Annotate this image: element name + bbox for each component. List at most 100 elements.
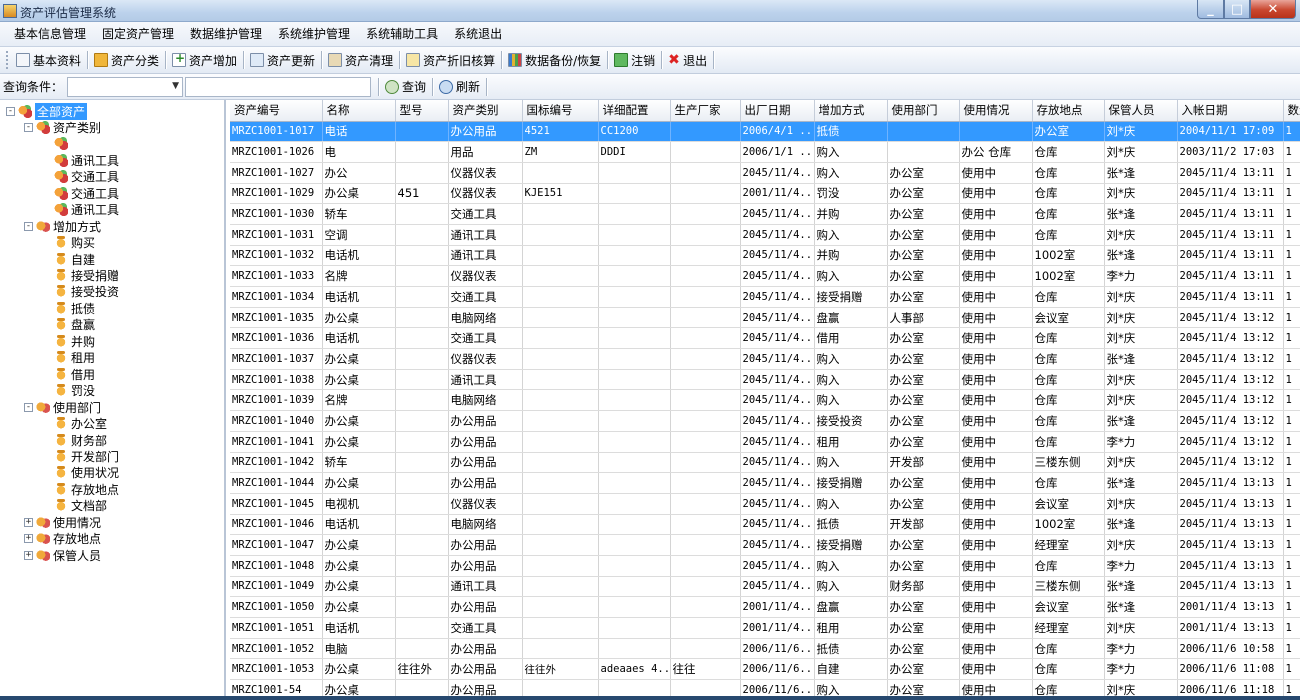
maximize-button[interactable]: □: [1224, 0, 1250, 19]
tree-node[interactable]: - 资产类别: [24, 119, 101, 135]
tree-node[interactable]: 交通工具: [54, 169, 119, 185]
tree-node[interactable]: - 全部资产: [6, 102, 88, 120]
query-input[interactable]: [185, 76, 372, 97]
table-row[interactable]: MRZC1001-1033 名牌 仪器仪表 2045/11/4... 购入 办公室 使用中 1…: [230, 265, 1300, 287]
table-row[interactable]: MRZC1001-1050 办公桌 办公用品 2001/11/4... 盘赢 办公室 使用中…: [230, 596, 1300, 618]
basic-data-button[interactable]: 基本资料: [13, 49, 84, 71]
tree-node[interactable]: 盘赢: [54, 317, 95, 333]
tree-node[interactable]: 接受投资: [54, 284, 119, 300]
collapse-toggle-icon[interactable]: -: [24, 402, 33, 412]
table-row[interactable]: MRZC1001-1027 办公 仪器仪表 2045/11/4... 购入 办公室 使用中仓…: [230, 162, 1300, 184]
table-row[interactable]: MRZC1001-1031 空调 通讯工具 2045/11/4... 购入 办公室 使用中仓…: [230, 224, 1300, 246]
tree-node[interactable]: 购买: [54, 235, 95, 251]
asset-tree[interactable]: - 全部资产 - 资产类别 通讯工具 交通工具 交通工具 通讯工具 - 增加方式 购买 自建 接受捐赠接…: [0, 100, 226, 700]
logout-button[interactable]: 注销: [611, 49, 658, 71]
table-row[interactable]: MRZC1001-1048 办公桌 办公用品 2045/11/4... 购入 办公室 使用中…: [230, 555, 1300, 577]
table-row[interactable]: MRZC1001-1040 办公桌 办公用品 2045/11/4... 接受投资 办公室使…: [230, 410, 1300, 432]
table-row[interactable]: MRZC1001-1036 电话机 交通工具 2045/11/4... 借用 办公室 使用中…: [230, 327, 1300, 350]
tree-node[interactable]: [54, 136, 71, 152]
table-row[interactable]: MRZC1001-1037 办公桌 仪器仪表 2045/11/4... 购入 办公室 使用中…: [230, 348, 1300, 370]
tree-node[interactable]: 租用: [54, 350, 95, 366]
expand-toggle-icon[interactable]: +: [24, 534, 33, 544]
column-header[interactable]: 保管人员: [1104, 100, 1178, 122]
table-row[interactable]: MRZC1001-1029 办公桌 451 仪器仪表 KJE151 2001/11/4..…: [230, 183, 1300, 205]
tree-node[interactable]: + 使用情况: [24, 514, 101, 530]
table-row[interactable]: MRZC1001-1034 电话机 交通工具 2045/11/4... 接受捐赠 办公室使…: [230, 286, 1300, 308]
column-header[interactable]: 名称: [322, 100, 396, 122]
column-header[interactable]: 资产编号: [230, 100, 323, 122]
exit-button[interactable]: ✖ 退出: [665, 49, 710, 71]
tree-node[interactable]: 并购: [54, 333, 95, 349]
asset-category-button[interactable]: 资产分类: [91, 49, 162, 71]
table-row[interactable]: MRZC1001-1041 办公桌 办公用品 2045/11/4... 租用 办公室 使用中…: [230, 431, 1300, 453]
tree-node[interactable]: - 增加方式: [24, 218, 101, 234]
column-header[interactable]: 使用部门: [887, 100, 960, 122]
toolbar-grip[interactable]: [6, 51, 10, 69]
column-header[interactable]: 出厂日期: [740, 100, 815, 122]
column-header[interactable]: 国标编号: [522, 100, 599, 122]
table-row[interactable]: MRZC1001-1053 办公桌 往往外 办公用品 往往外 adeaaes 4... 往往…: [230, 658, 1300, 681]
table-row[interactable]: MRZC1001-1047 办公桌 办公用品 2045/11/4... 接受捐赠 办公室使…: [230, 534, 1300, 556]
table-row[interactable]: MRZC1001-1026 电 用品 ZM DDDI 2006/1/1 ... 购入 办公 仓…: [230, 141, 1300, 163]
tree-node[interactable]: 接受捐赠: [54, 268, 119, 284]
tree-node[interactable]: 存放地点: [54, 481, 119, 497]
column-header[interactable]: 增加方式: [814, 100, 888, 122]
close-button[interactable]: ✕: [1250, 0, 1296, 19]
menu-fixed-assets[interactable]: 固定资产管理: [94, 22, 182, 47]
table-row[interactable]: MRZC1001-1038 办公桌 通讯工具 2045/11/4... 购入 办公室 使用中…: [230, 369, 1300, 391]
tree-node[interactable]: + 保管人员: [24, 547, 101, 563]
tree-node[interactable]: 财务部: [54, 432, 107, 448]
table-row[interactable]: MRZC1001-1046 电话机 电脑网络 2045/11/4... 抵债 开发部 使用中…: [230, 514, 1300, 536]
menu-data-maintenance[interactable]: 数据维护管理: [182, 22, 270, 47]
asset-add-button[interactable]: 资产增加: [169, 49, 240, 71]
tree-node[interactable]: 自建: [54, 251, 95, 267]
asset-update-button[interactable]: 资产更新: [247, 49, 318, 71]
expand-toggle-icon[interactable]: +: [24, 550, 33, 560]
query-field-select[interactable]: ▼: [67, 76, 184, 97]
table-row[interactable]: MRZC1001-1030 轿车 交通工具 2045/11/4... 并购 办公室 使用中仓…: [230, 203, 1300, 225]
asset-clean-button[interactable]: 资产清理: [325, 49, 396, 71]
table-row[interactable]: MRZC1001-1044 办公桌 办公用品 2045/11/4... 接受捐赠 办公室使…: [230, 472, 1300, 494]
table-row[interactable]: MRZC1001-1039 名牌 电脑网络 2045/11/4... 购入 办公室 使用中仓…: [230, 389, 1300, 412]
column-header[interactable]: 资产类别: [448, 100, 523, 122]
tree-node[interactable]: 通讯工具: [54, 152, 119, 168]
column-header[interactable]: 型号: [395, 100, 449, 122]
menu-system-maintenance[interactable]: 系统维护管理: [270, 22, 358, 47]
column-header[interactable]: 数量: [1283, 100, 1300, 122]
menu-system-tools[interactable]: 系统辅助工具: [358, 22, 446, 47]
table-row[interactable]: MRZC1001-1017 电话 办公用品 4521 CC1200 2006/4/1 ..…: [230, 121, 1300, 143]
table-row[interactable]: MRZC1001-1032 电话机 通讯工具 2045/11/4... 并购 办公室 使用中…: [230, 245, 1300, 267]
tree-node[interactable]: 办公室: [54, 416, 107, 432]
collapse-toggle-icon[interactable]: -: [24, 122, 33, 132]
tree-node[interactable]: 通讯工具: [54, 202, 119, 218]
refresh-button[interactable]: 刷新: [436, 76, 483, 98]
tree-node[interactable]: + 存放地点: [24, 531, 101, 547]
tree-node[interactable]: 罚没: [54, 383, 95, 399]
table-row[interactable]: MRZC1001-1052 电脑 办公用品 2006/11/6... 抵债 办公室 使用中仓…: [230, 638, 1300, 660]
collapse-toggle-icon[interactable]: -: [6, 106, 15, 116]
column-header[interactable]: 存放地点: [1032, 100, 1105, 122]
menu-basic-info[interactable]: 基本信息管理: [6, 22, 94, 47]
tree-node[interactable]: 使用状况: [54, 465, 119, 481]
search-button[interactable]: 查询: [382, 76, 429, 98]
menu-exit[interactable]: 系统退出: [446, 22, 510, 47]
tree-node[interactable]: 交通工具: [54, 185, 119, 201]
table-row[interactable]: MRZC1001-1035 办公桌 电脑网络 2045/11/4... 盘赢 人事部 使用中…: [230, 307, 1300, 329]
minimize-button[interactable]: _: [1197, 0, 1224, 19]
table-row[interactable]: MRZC1001-1045 电视机 仪器仪表 2045/11/4... 购入 办公室 使用中…: [230, 493, 1300, 515]
tree-node[interactable]: 借用: [54, 366, 95, 382]
column-header[interactable]: 详细配置: [598, 100, 671, 122]
tree-node[interactable]: 开发部门: [54, 448, 119, 464]
table-row[interactable]: MRZC1001-1042 轿车 办公用品 2045/11/4... 购入 开发部 使用中三…: [230, 452, 1300, 474]
table-row[interactable]: MRZC1001-1051 电话机 交通工具 2001/11/4... 租用 办公室 使用中…: [230, 617, 1300, 639]
tree-node[interactable]: 文档部: [54, 498, 107, 514]
table-row[interactable]: MRZC1001-1049 办公桌 通讯工具 2045/11/4... 购入 财务部 使用中…: [230, 576, 1300, 598]
column-header[interactable]: 生产厂家: [670, 100, 741, 122]
backup-restore-button[interactable]: 数据备份/恢复: [505, 49, 604, 71]
tree-node[interactable]: - 使用部门: [24, 399, 101, 415]
column-header[interactable]: 入帐日期: [1177, 100, 1284, 122]
column-header[interactable]: 使用情况: [959, 100, 1033, 122]
expand-toggle-icon[interactable]: +: [24, 517, 33, 527]
depreciation-button[interactable]: 资产折旧核算: [403, 49, 498, 71]
tree-node[interactable]: 抵债: [54, 300, 95, 316]
